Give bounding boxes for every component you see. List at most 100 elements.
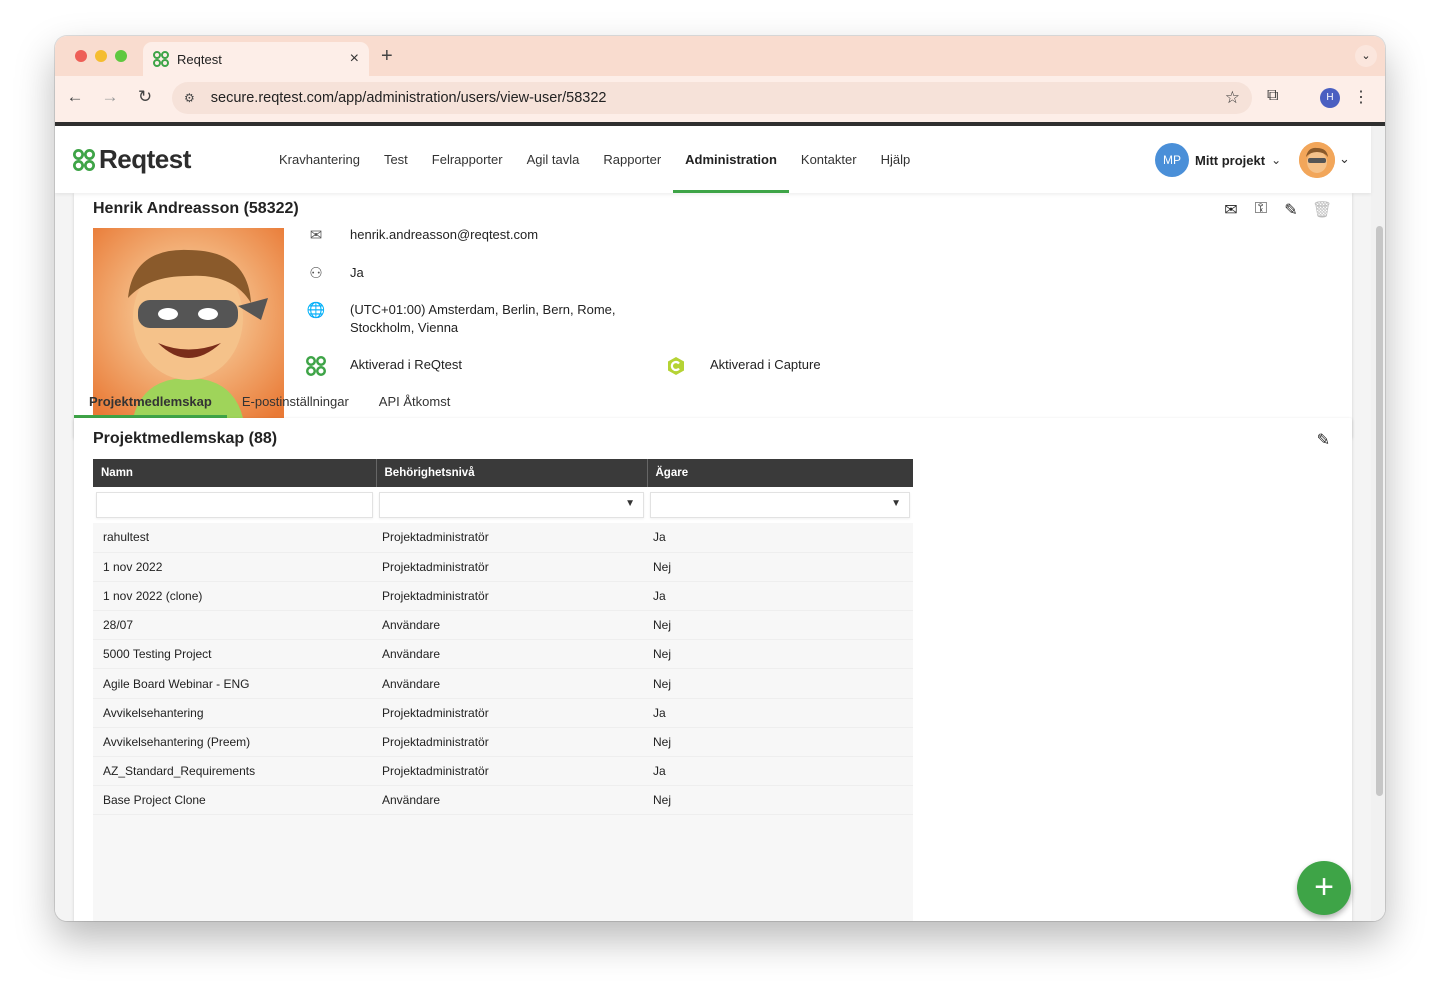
- project-name-cell: Agile Board Webinar - ENG: [93, 668, 376, 699]
- owner-cell: Nej: [647, 610, 913, 641]
- site-settings-icon[interactable]: ⚙: [184, 91, 195, 105]
- timezone-row: 🌐 (UTC+01:00) Amsterdam, Berlin, Bern, R…: [304, 301, 620, 337]
- admin-row: ⚇ Ja: [304, 264, 364, 282]
- address-bar[interactable]: ⚙ secure.reqtest.com/app/administration/…: [172, 82, 1252, 114]
- tab-search-chevron-icon[interactable]: ⌄: [1355, 45, 1377, 67]
- permission-level-cell: Projektadministratör: [376, 756, 647, 787]
- reload-icon[interactable]: ↻: [133, 87, 157, 107]
- nav-kontakter[interactable]: Kontakter: [789, 126, 869, 193]
- column-header-namn[interactable]: Namn: [93, 459, 377, 487]
- capture-status-row: Aktiverad i Capture: [664, 356, 821, 380]
- user-actions: ✉ ⚿ ✎ 🗑: [1222, 200, 1332, 220]
- extensions-icon[interactable]: ⧉: [1267, 87, 1278, 105]
- table-row[interactable]: rahultest Projektadministratör Ja: [93, 523, 913, 553]
- user-menu-chevron-icon[interactable]: ⌄: [1339, 151, 1350, 167]
- browser-profile-avatar[interactable]: H: [1320, 88, 1340, 108]
- project-name-cell: rahultest: [93, 523, 376, 553]
- table-row[interactable]: 28/07 Användare Nej: [93, 610, 913, 641]
- minimize-window-button[interactable]: [95, 50, 107, 62]
- column-header-agare[interactable]: Ägare: [647, 459, 913, 487]
- edit-pencil-icon[interactable]: ✎: [1317, 430, 1330, 450]
- forward-arrow-icon[interactable]: →: [98, 87, 122, 107]
- owner-cell: Nej: [647, 727, 913, 758]
- user-detail-tabs: Projektmedlemskap E-postinställningar AP…: [74, 388, 465, 418]
- project-name-cell: Base Project Clone: [93, 785, 376, 816]
- owner-cell: Nej: [647, 668, 913, 699]
- scrollbar-thumb[interactable]: [1376, 226, 1383, 796]
- browser-tab[interactable]: Reqtest ×: [143, 42, 369, 76]
- filter-row: ▼ ▼: [93, 487, 913, 523]
- project-name-cell: Avvikelsehantering: [93, 698, 376, 728]
- table-row[interactable]: Agile Board Webinar - ENG Användare Nej: [93, 668, 913, 699]
- tab-e-postinstallningar[interactable]: E-postinställningar: [227, 388, 364, 418]
- owner-cell: Ja: [647, 698, 913, 728]
- chevron-down-icon: ⌄: [1271, 153, 1282, 167]
- reqtest-favicon-icon: [153, 51, 169, 67]
- nav-test[interactable]: Test: [372, 126, 420, 193]
- column-header-behorighetsniva[interactable]: Behörighetsnivå: [376, 459, 648, 487]
- project-avatar: MP: [1155, 143, 1189, 177]
- permission-level-cell: Projektadministratör: [376, 727, 647, 758]
- membership-rows: rahultest Projektadministratör Ja 1 nov 202…: [93, 523, 913, 816]
- admin-value: Ja: [350, 265, 364, 280]
- table-row[interactable]: Base Project Clone Användare Nej: [93, 785, 913, 816]
- user-email[interactable]: henrik.andreasson@reqtest.com: [350, 226, 538, 244]
- edit-pencil-icon[interactable]: ✎: [1282, 200, 1300, 220]
- project-name-cell: 28/07: [93, 610, 376, 641]
- table-empty-area: [93, 815, 913, 921]
- membership-table: Namn Behörighetsnivå Ägare ▼ ▼ rahultest…: [93, 459, 913, 816]
- owner-cell: Nej: [647, 785, 913, 816]
- caret-down-icon: ▼: [625, 498, 635, 509]
- reqtest-logo-icon: [73, 148, 95, 171]
- project-name-cell: Avvikelsehantering (Preem): [93, 727, 376, 758]
- browser-menu-icon[interactable]: ⋮: [1353, 87, 1369, 107]
- owner-filter-select[interactable]: ▼: [650, 492, 910, 518]
- tab-api-atkomst[interactable]: API Åtkomst: [364, 388, 466, 418]
- permission-level-cell: Användare: [376, 610, 647, 641]
- email-envelope-icon: ✉: [309, 227, 323, 244]
- owner-cell: Ja: [647, 756, 913, 787]
- url-text[interactable]: secure.reqtest.com/app/administration/us…: [211, 90, 1225, 106]
- add-button[interactable]: +: [1297, 861, 1351, 915]
- user-menu-avatar[interactable]: [1299, 142, 1335, 178]
- table-row[interactable]: AZ_Standard_Requirements Projektadministr…: [93, 756, 913, 787]
- mail-icon[interactable]: ✉: [1222, 200, 1240, 220]
- back-arrow-icon[interactable]: ←: [63, 87, 87, 107]
- maximize-window-button[interactable]: [115, 50, 127, 62]
- permission-level-cell: Användare: [376, 639, 647, 670]
- main-navigation: Kravhantering Test Felrapporter Agil tav…: [267, 126, 922, 193]
- trash-icon[interactable]: 🗑: [1312, 200, 1332, 220]
- nav-kravhantering[interactable]: Kravhantering: [267, 126, 372, 193]
- nav-administration[interactable]: Administration: [673, 126, 789, 193]
- table-row[interactable]: Avvikelsehantering (Preem) Projektadminis…: [93, 727, 913, 758]
- reqtest-logo[interactable]: Reqtest: [73, 144, 191, 175]
- table-row[interactable]: 1 nov 2022 Projektadministratör Nej: [93, 552, 913, 582]
- permission-level-cell: Användare: [376, 785, 647, 816]
- nav-felrapporter[interactable]: Felrapporter: [420, 126, 515, 193]
- tab-close-icon[interactable]: ×: [350, 50, 359, 68]
- role-filter-select[interactable]: ▼: [379, 492, 644, 518]
- filter-cell: ▼: [376, 487, 647, 523]
- nav-hjalp[interactable]: Hjälp: [869, 126, 923, 193]
- tab-projektmedlemskap[interactable]: Projektmedlemskap: [74, 388, 227, 418]
- permission-level-cell: Användare: [376, 668, 647, 699]
- bookmark-star-icon[interactable]: ☆: [1225, 88, 1240, 108]
- new-tab-button[interactable]: +: [381, 45, 393, 68]
- table-row[interactable]: 1 nov 2022 (clone) Projektadministratör Ja: [93, 581, 913, 612]
- app-header: Reqtest Kravhantering Test Felrapporter …: [55, 126, 1371, 193]
- project-name-cell: 1 nov 2022: [93, 552, 376, 582]
- name-filter-input[interactable]: [96, 492, 373, 518]
- table-row[interactable]: Avvikelsehantering Projektadministratör Ja: [93, 698, 913, 728]
- owner-cell: Nej: [647, 552, 913, 582]
- permission-level-cell: Projektadministratör: [376, 581, 647, 612]
- nav-rapporter[interactable]: Rapporter: [591, 126, 673, 193]
- key-icon[interactable]: ⚿: [1252, 200, 1270, 220]
- project-name-cell: 5000 Testing Project: [93, 639, 376, 670]
- caret-down-icon: ▼: [891, 498, 901, 509]
- table-row[interactable]: 5000 Testing Project Användare Nej: [93, 639, 913, 670]
- nav-agil-tavla[interactable]: Agil tavla: [515, 126, 592, 193]
- project-selector[interactable]: MP Mitt projekt ⌄: [1155, 143, 1281, 177]
- permission-level-cell: Projektadministratör: [376, 523, 647, 553]
- owner-cell: Nej: [647, 639, 913, 670]
- close-window-button[interactable]: [75, 50, 87, 62]
